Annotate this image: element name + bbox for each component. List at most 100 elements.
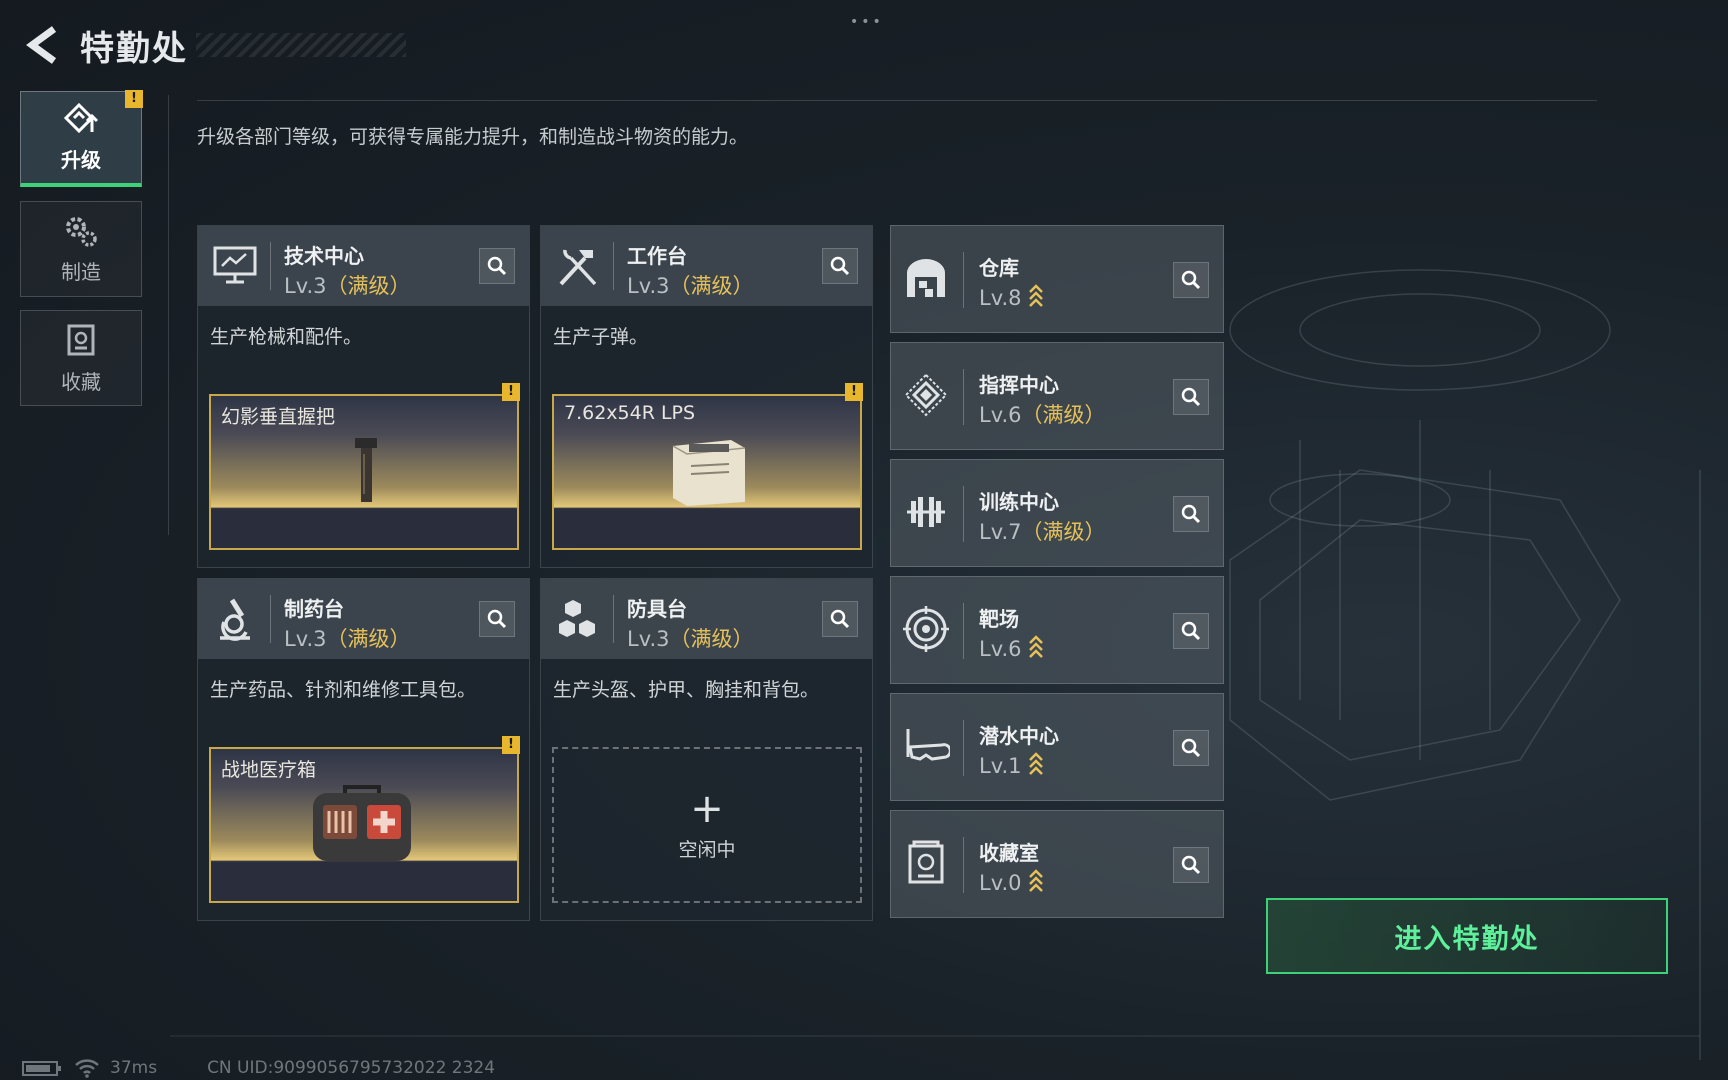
upgrade-available-icon (1028, 869, 1043, 892)
facility-name: 指挥中心 (979, 373, 1059, 397)
nav-label: 升级 (61, 148, 101, 172)
level-value: Lv.6 (979, 403, 1022, 427)
production-slot[interactable]: 幻影垂直握把 (209, 394, 519, 550)
level-value: Lv.8 (979, 286, 1022, 310)
inspect-button[interactable] (479, 601, 515, 637)
inspect-button[interactable] (479, 248, 515, 284)
upgrade-available-icon (1028, 635, 1043, 658)
nav-label: 制造 (61, 259, 101, 284)
product-name: 战地医疗箱 (221, 759, 317, 781)
magnifier-icon (1181, 738, 1201, 758)
dept-card-workbench[interactable]: 工作台 Lv.3（满级） 生产子弹。 7.62x54R LPS ! (540, 225, 873, 568)
inspect-button[interactable] (1173, 613, 1209, 649)
medical-kit-image (313, 785, 411, 861)
dept-level: Lv.3（满级） (284, 623, 411, 653)
header: 特勤处 (22, 22, 406, 69)
magnifier-icon (1181, 387, 1201, 407)
separator (613, 595, 614, 643)
facility-card[interactable]: 收藏室 Lv.0 (890, 810, 1224, 918)
alert-badge: ! (502, 383, 520, 401)
max-level-tag: （满级） (326, 627, 411, 651)
inspect-button[interactable] (1173, 496, 1209, 532)
microscope-icon (210, 593, 260, 645)
facility-card[interactable]: 潜水中心 Lv.1 (890, 693, 1224, 801)
inspect-button[interactable] (1173, 379, 1209, 415)
upgrade-icon (63, 102, 99, 134)
divider (197, 100, 1597, 101)
collection-icon (67, 324, 95, 355)
facility-name: 收藏室 (979, 841, 1039, 865)
nav-label: 收藏 (61, 369, 101, 394)
dept-description: 生产头盔、护甲、胸挂和背包。 (553, 679, 820, 701)
back-button[interactable] (22, 23, 62, 67)
magnifier-icon (1181, 621, 1201, 641)
alert-badge: ! (845, 383, 863, 401)
nav-tab-upgrade[interactable]: 升级 ! (20, 90, 143, 187)
level-value: Lv.0 (979, 871, 1022, 895)
collection-room-icon (901, 837, 951, 889)
level-value: Lv.3 (627, 627, 670, 651)
level-value: Lv.1 (979, 754, 1022, 778)
status-bar: 37ms CN UID:9099056795732022 2324 (22, 1058, 495, 1078)
title-decor (196, 33, 406, 57)
magnifier-icon (1181, 504, 1201, 524)
facility-level: Lv.6 (979, 633, 1044, 661)
ammo-box-image (672, 440, 746, 506)
facility-level: Lv.0 (979, 867, 1044, 895)
production-slot[interactable]: 7.62x54R LPS (552, 394, 862, 550)
dept-name: 制药台 (284, 597, 344, 621)
production-slot[interactable]: 战地医疗箱 (209, 747, 519, 903)
dept-level: Lv.3（满级） (627, 623, 754, 653)
ping-value: 37ms (110, 1058, 158, 1078)
magnifier-icon (1181, 270, 1201, 290)
facility-level: Lv.1 (979, 750, 1044, 778)
max-level-tag: （满级） (1021, 520, 1106, 544)
facility-level: Lv.6（满级） (979, 399, 1106, 429)
gears-icon (66, 216, 97, 247)
dept-level: Lv.3（满级） (627, 270, 754, 300)
facility-card[interactable]: 训练中心 Lv.7（满级） (890, 459, 1224, 567)
battery-icon (22, 1061, 61, 1076)
separator (963, 603, 964, 659)
product-name: 7.62x54R LPS (564, 402, 696, 424)
magnifier-icon (487, 256, 507, 276)
level-value: Lv.3 (284, 274, 327, 298)
separator (963, 720, 964, 776)
idle-label: 空闲中 (678, 838, 736, 861)
dept-card-pharmacy[interactable]: 制药台 Lv.3（满级） 生产药品、针剂和维修工具包。 战地医疗箱 ! (197, 578, 530, 921)
inspect-button[interactable] (822, 601, 858, 637)
dept-name: 技术中心 (284, 244, 364, 268)
inspect-button[interactable] (822, 248, 858, 284)
facility-card[interactable]: 指挥中心 Lv.6（满级） (890, 342, 1224, 450)
facility-name: 训练中心 (979, 490, 1059, 514)
plus-icon: + (690, 785, 724, 832)
alert-badge: ! (502, 736, 520, 754)
separator (270, 595, 271, 643)
dept-name: 防具台 (627, 597, 687, 621)
nav-tab-craft[interactable]: 制造 (20, 201, 142, 297)
level-value: Lv.7 (979, 520, 1022, 544)
inspect-button[interactable] (1173, 847, 1209, 883)
separator (613, 242, 614, 290)
inspect-button[interactable] (1173, 730, 1209, 766)
inspect-button[interactable] (1173, 262, 1209, 298)
command-icon (901, 369, 951, 421)
dept-card-armor-bench[interactable]: 防具台 Lv.3（满级） 生产头盔、护甲、胸挂和背包。 + 空闲中 (540, 578, 873, 921)
max-level-tag: （满级） (1021, 403, 1106, 427)
warehouse-icon (901, 252, 951, 304)
nav-tab-collection[interactable]: 收藏 (20, 310, 142, 406)
user-uid: CN UID:9099056795732022 2324 (207, 1058, 496, 1078)
separator (963, 486, 964, 542)
empty-production-slot[interactable]: + 空闲中 (552, 747, 862, 903)
cubes-icon (553, 593, 603, 645)
magnifier-icon (487, 609, 507, 629)
page-description: 升级各部门等级，可获得专属能力提升，和制造战斗物资的能力。 (197, 126, 749, 148)
hammer-wrench-icon (553, 240, 603, 292)
handle-dots: ••• (850, 14, 884, 30)
enter-special-ops-button[interactable]: 进入特勤处 (1266, 898, 1668, 974)
facility-name: 仓库 (979, 256, 1019, 280)
facility-card[interactable]: 靶场 Lv.6 (890, 576, 1224, 684)
facility-card[interactable]: 仓库 Lv.8 (890, 225, 1224, 333)
wifi-icon (75, 1059, 99, 1078)
dept-card-tech-center[interactable]: 技术中心 Lv.3（满级） 生产枪械和配件。 幻影垂直握把 ! (197, 225, 530, 568)
